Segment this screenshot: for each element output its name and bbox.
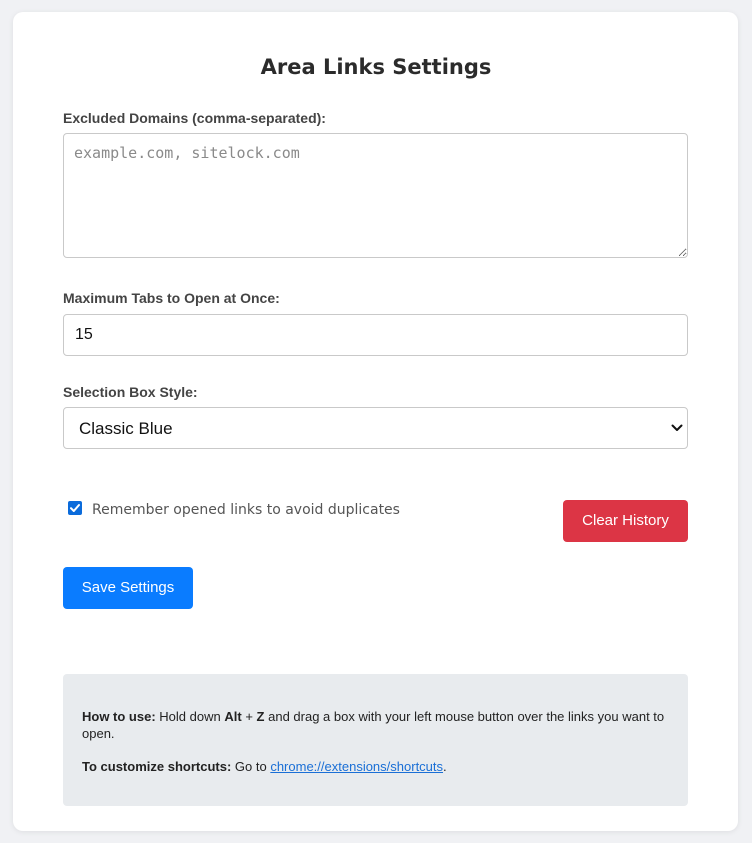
remember-links-label: Remember opened links to avoid duplicate…	[92, 502, 400, 518]
excluded-domains-input[interactable]	[63, 133, 688, 258]
key-z: Z	[256, 709, 265, 724]
clear-history-button[interactable]: Clear History	[563, 500, 688, 542]
how-to-use-text: How to use: Hold down Alt + Z and drag a…	[82, 708, 669, 742]
shortcuts-go-to: Go to	[234, 759, 267, 774]
how-to-use-part-1: Hold down	[159, 709, 221, 724]
selection-style-label: Selection Box Style:	[63, 384, 198, 400]
how-to-use-label: How to use:	[82, 709, 156, 724]
max-tabs-input[interactable]	[63, 314, 688, 356]
help-box: How to use: Hold down Alt + Z and drag a…	[63, 674, 688, 806]
save-settings-button[interactable]: Save Settings	[63, 567, 193, 609]
page-title: Area Links Settings	[260, 55, 492, 79]
shortcuts-end: .	[443, 759, 447, 774]
shortcuts-text: To customize shortcuts: Go to chrome://e…	[82, 758, 669, 775]
shortcuts-label: To customize shortcuts:	[82, 759, 232, 774]
excluded-domains-label: Excluded Domains (comma-separated):	[63, 110, 326, 126]
selection-style-select[interactable]: Classic Blue	[63, 407, 688, 449]
chevron-down-icon	[671, 424, 683, 431]
max-tabs-label: Maximum Tabs to Open at Once:	[63, 290, 280, 306]
shortcuts-link[interactable]: chrome://extensions/shortcuts	[270, 759, 443, 774]
key-alt: Alt	[224, 709, 242, 724]
remember-links-checkbox[interactable]	[68, 501, 82, 515]
checkmark-icon	[70, 504, 80, 512]
key-plus: +	[245, 709, 253, 724]
selection-style-value: Classic Blue	[79, 419, 173, 438]
